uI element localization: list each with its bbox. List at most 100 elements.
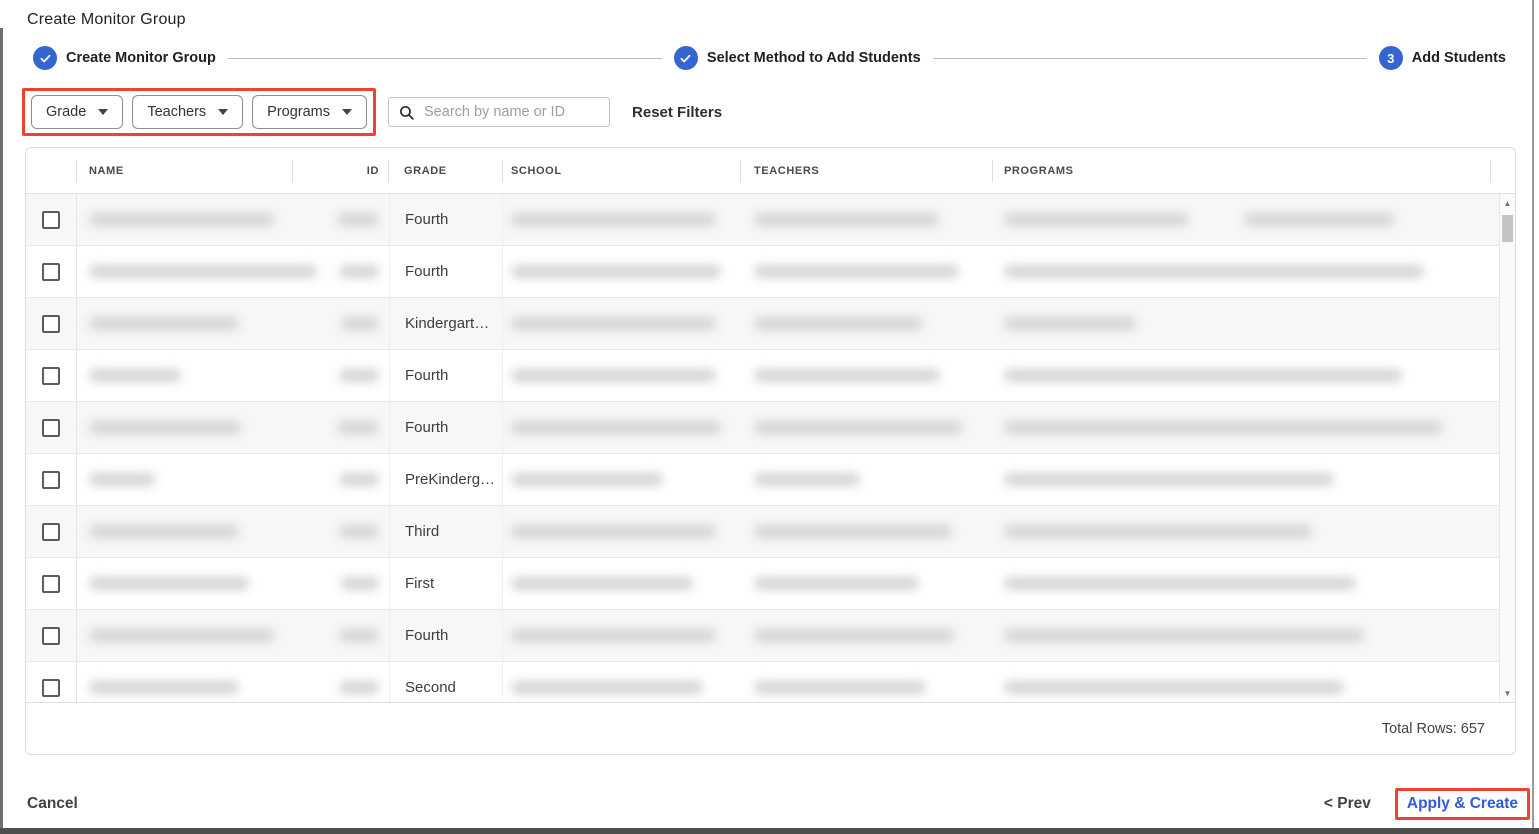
programs-cell	[993, 610, 1515, 661]
redacted-programs	[1004, 577, 1356, 590]
row-checkbox[interactable]	[42, 523, 60, 541]
id-cell	[293, 402, 389, 453]
checkbox-cell	[26, 506, 77, 557]
grade-value: Second	[405, 679, 456, 696]
step-create-monitor-group: Create Monitor Group	[33, 46, 216, 70]
grade-value: Third	[405, 523, 439, 540]
screenshot-right-edge	[1532, 0, 1534, 828]
scroll-up-arrow-icon[interactable]: ▲	[1500, 196, 1515, 210]
school-cell	[503, 194, 741, 245]
redacted-teachers	[754, 369, 940, 382]
teachers-cell	[741, 506, 993, 557]
cancel-button[interactable]: Cancel	[27, 795, 78, 813]
school-cell	[503, 298, 741, 349]
school-cell	[503, 350, 741, 401]
redacted-teachers	[754, 421, 962, 434]
redacted-school	[511, 681, 703, 694]
redacted-school	[511, 473, 663, 486]
grade-filter-label: Grade	[46, 104, 86, 120]
teachers-cell	[741, 246, 993, 297]
header-name[interactable]: NAME	[77, 148, 293, 193]
teachers-cell	[741, 662, 993, 702]
redacted-id	[339, 369, 379, 382]
screenshot-left-edge	[0, 28, 3, 828]
header-id[interactable]: ID	[293, 148, 389, 193]
redacted-name	[89, 577, 249, 590]
row-checkbox[interactable]	[42, 419, 60, 437]
chevron-down-icon	[342, 109, 352, 115]
redacted-id	[339, 681, 379, 694]
dialog-action-bar: Cancel < Prev Apply & Create	[27, 788, 1530, 820]
search-icon	[398, 104, 415, 121]
table-row: Fourth	[26, 610, 1515, 662]
name-cell	[77, 454, 293, 505]
header-school[interactable]: SCHOOL	[503, 148, 741, 193]
step2-label: Select Method to Add Students	[707, 50, 921, 66]
table-scrollbar[interactable]: ▲ ▼	[1499, 194, 1515, 702]
redacted-name	[89, 681, 239, 694]
redacted-id	[337, 421, 379, 434]
prev-button[interactable]: < Prev	[1324, 795, 1371, 813]
page-title: Create Monitor Group	[27, 11, 186, 29]
programs-cell	[993, 454, 1515, 505]
checkbox-cell	[26, 298, 77, 349]
programs-cell	[993, 402, 1515, 453]
name-cell	[77, 558, 293, 609]
row-checkbox[interactable]	[42, 315, 60, 333]
row-checkbox[interactable]	[42, 575, 60, 593]
grade-filter-dropdown[interactable]: Grade	[31, 95, 123, 129]
search-input[interactable]	[424, 104, 600, 120]
header-programs[interactable]: PROGRAMS	[993, 148, 1491, 193]
right-actions: < Prev Apply & Create	[1324, 788, 1530, 820]
teachers-filter-dropdown[interactable]: Teachers	[132, 95, 243, 129]
scroll-down-arrow-icon[interactable]: ▼	[1500, 686, 1515, 700]
programs-filter-label: Programs	[267, 104, 330, 120]
programs-filter-dropdown[interactable]: Programs	[252, 95, 367, 129]
redacted-name	[89, 213, 274, 226]
redacted-id	[341, 577, 379, 590]
name-cell	[77, 662, 293, 702]
row-checkbox[interactable]	[42, 679, 60, 697]
redacted-id	[339, 525, 379, 538]
filters-highlight-box: Grade Teachers Programs	[22, 88, 376, 136]
grade-value: Fourth	[405, 627, 448, 644]
row-checkbox[interactable]	[42, 211, 60, 229]
chevron-down-icon	[98, 109, 108, 115]
table-row: Fourth	[26, 246, 1515, 298]
redacted-programs	[1004, 681, 1344, 694]
row-checkbox[interactable]	[42, 471, 60, 489]
redacted-name	[89, 629, 274, 642]
redacted-school	[511, 317, 716, 330]
school-cell	[503, 558, 741, 609]
name-cell	[77, 610, 293, 661]
teachers-filter-label: Teachers	[147, 104, 206, 120]
redacted-teachers	[754, 681, 926, 694]
grade-value: First	[405, 575, 434, 592]
name-cell	[77, 298, 293, 349]
table-header-row: NAME ID GRADE SCHOOL TEACHERS PROGRAMS	[26, 148, 1515, 194]
apply-and-create-button[interactable]: Apply & Create	[1407, 795, 1518, 812]
name-cell	[77, 350, 293, 401]
redacted-school	[511, 577, 693, 590]
header-teachers[interactable]: TEACHERS	[741, 148, 993, 193]
id-cell	[293, 662, 389, 702]
reset-filters-button[interactable]: Reset Filters	[632, 104, 722, 121]
id-cell	[293, 454, 389, 505]
id-cell	[293, 298, 389, 349]
grade-cell: Fourth	[389, 246, 503, 297]
programs-cell	[993, 558, 1515, 609]
programs-cell	[993, 662, 1515, 702]
redacted-teachers	[754, 629, 954, 642]
redacted-programs	[1004, 421, 1442, 434]
row-checkbox[interactable]	[42, 263, 60, 281]
redacted-teachers	[754, 317, 922, 330]
row-checkbox[interactable]	[42, 367, 60, 385]
grade-cell: Fourth	[389, 194, 503, 245]
redacted-teachers	[754, 265, 959, 278]
scrollbar-thumb[interactable]	[1502, 215, 1513, 242]
redacted-programs	[1004, 525, 1312, 538]
redacted-programs	[1004, 265, 1424, 278]
grade-cell: Fourth	[389, 402, 503, 453]
header-grade[interactable]: GRADE	[389, 148, 503, 193]
row-checkbox[interactable]	[42, 627, 60, 645]
